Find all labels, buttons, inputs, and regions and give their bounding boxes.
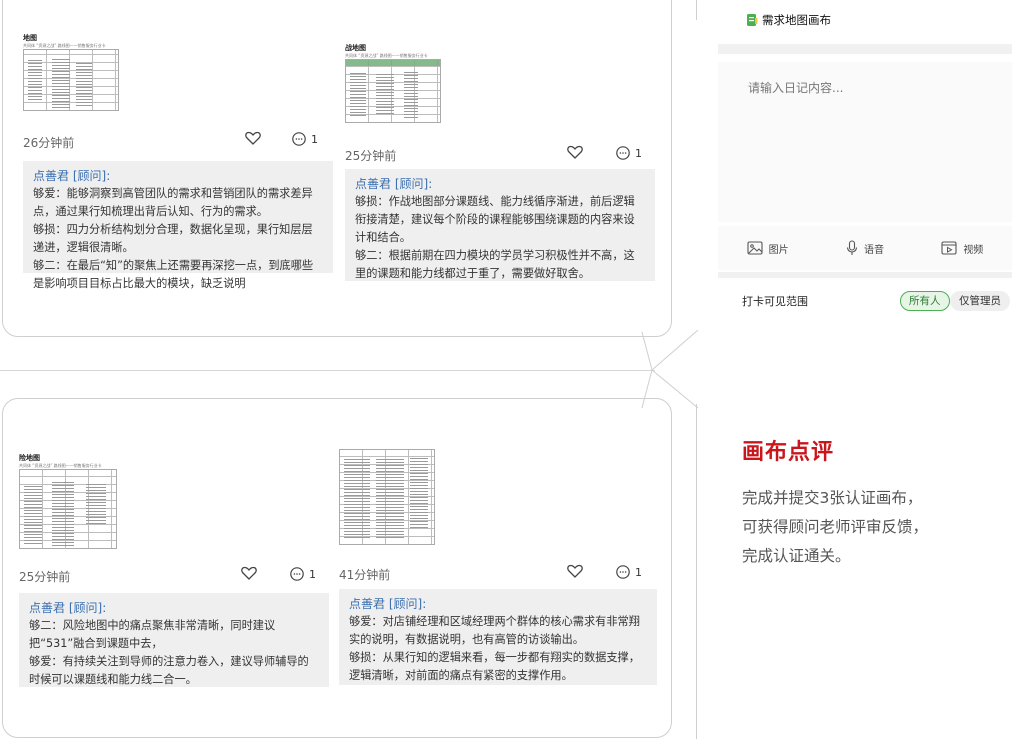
reviewer-name[interactable]: 点善君 (29, 601, 65, 615)
thumbnail-title: 险地图 (19, 454, 40, 462)
comment-icon (290, 567, 304, 581)
visibility-admin-option[interactable]: 仅管理员 (950, 291, 1010, 311)
review-box: 点善君 [顾问]: 够二：风险地图中的痛点聚焦非常清晰，同时建议把“531”融合… (19, 593, 329, 687)
media-label: 语音 (863, 244, 884, 256)
feed-panel-bottom: 险地图 共同体 “资源之战” 路线图——销售服务行业卡 25分钟前 1 点善君 … (2, 398, 672, 738)
post-time: 41分钟前 (339, 568, 391, 582)
reviewer-line: 点善君 [顾问]: (33, 167, 323, 185)
comment-button[interactable]: 1 (291, 131, 318, 147)
comment-icon (616, 146, 630, 160)
comment-icon (616, 565, 630, 579)
post-time: 25分钟前 (345, 149, 397, 163)
divider-bar (718, 272, 1012, 278)
review-line: 够二：风险地图中的痛点聚焦非常清晰，同时建议把“531”融合到课题中去， (29, 619, 276, 650)
reviewer-name[interactable]: 点善君 (349, 597, 385, 611)
media-label: 视频 (963, 244, 984, 256)
comment-button[interactable]: 1 (289, 566, 316, 582)
description-line: 完成认证通关。 (742, 547, 851, 565)
reviewer-colon: : (106, 169, 111, 183)
frame-edge (696, 404, 697, 739)
visibility-label: 打卡可见范围 (742, 295, 808, 308)
reviewer-tag: [顾问] (72, 169, 107, 183)
video-icon (941, 241, 957, 255)
comment-count: 1 (311, 132, 318, 146)
visibility-all-option[interactable]: 所有人 (900, 291, 950, 311)
heart-icon (567, 564, 583, 578)
frame-edge (696, 0, 697, 20)
like-button[interactable] (241, 566, 257, 580)
microphone-icon (846, 240, 858, 255)
checkin-app-panel: 需求地图画布 请输入日记内容... 图片 语音 视频 打卡可见范围 所有人 仅管… (718, 0, 1012, 322)
comment-button[interactable]: 1 (615, 564, 642, 580)
diary-input[interactable]: 请输入日记内容... (718, 62, 1012, 222)
section-description: 完成并提交3张认证画布， 可获得顾问老师评审反馈， 完成认证通关。 (742, 484, 992, 571)
canvas-thumbnail[interactable] (339, 449, 435, 545)
comment-count: 1 (309, 567, 316, 581)
review-box: 点善君 [顾问]: 够爱：能够洞察到高管团队的需求和营销团队的需求差异点，通过果… (23, 161, 333, 290)
add-video-button[interactable]: 视频 (941, 240, 983, 256)
image-icon (747, 241, 763, 255)
description-line: 可获得顾问老师评审反馈， (742, 518, 929, 536)
heart-icon (241, 566, 257, 580)
like-button[interactable] (567, 564, 583, 578)
post-time: 25分钟前 (19, 570, 71, 584)
reviewer-colon: : (422, 597, 427, 611)
like-button[interactable] (245, 131, 261, 145)
reviewer-tag: [顾问] (68, 601, 103, 615)
app-header: 需求地图画布 (746, 12, 831, 28)
thumbnail-title: 地图 (23, 34, 37, 42)
canvas-thumbnail[interactable]: 战地图 共同体 “资源之战” 路线图——销售服务行业卡 (345, 43, 441, 123)
heart-icon (567, 145, 583, 159)
heart-icon (245, 131, 261, 145)
review-line: 够损：作战地图部分课题线、能力线循序渐进，前后逻辑衔接清楚，建议每个阶段的课程能… (355, 195, 635, 244)
reviewer-colon: : (428, 177, 433, 191)
review-line: 够损：从果行知的逻辑来看，每一步都有翔实的数据支撑，逻辑清晰，对前面的痛点有紧密… (349, 651, 640, 682)
comment-button[interactable]: 1 (615, 145, 642, 161)
media-label: 图片 (768, 244, 789, 256)
add-voice-button[interactable]: 语音 (846, 240, 884, 256)
canvas-thumbnail[interactable]: 地图 共同体 “资源之战” 路线图——销售服务行业卡 (23, 33, 119, 111)
reviewer-name[interactable]: 点善君 (355, 177, 391, 191)
section-heading: 画布点评 (742, 440, 835, 465)
canvas-thumbnail[interactable]: 险地图 共同体 “资源之战” 路线图——销售服务行业卡 (19, 453, 117, 549)
visibility-row: 打卡可见范围 所有人 仅管理员 (718, 283, 1012, 319)
review-line: 够爱：对店铺经理和区域经理两个群体的核心需求有非常翔实的说明，有数据说明，也有高… (349, 615, 640, 646)
reviewer-line: 点善君 [顾问]: (29, 599, 319, 617)
review-line: 够爱：能够洞察到高管团队的需求和营销团队的需求差异点，通过果行知梳理出背后认知、… (33, 187, 313, 218)
section-divider (0, 370, 655, 371)
divider-bar (718, 44, 1012, 54)
review-line: 够损：四力分析结构划分合理，数据化呈现，果行知层层递进，逻辑很清晰。 (33, 223, 313, 254)
comment-count: 1 (635, 146, 642, 160)
feed-panel-top: 地图 共同体 “资源之战” 路线图——销售服务行业卡 26分钟前 1 点善君 [… (2, 0, 672, 337)
review-line: 够二：在最后“知”的聚焦上还需要再深挖一点，到底哪些是影响项目目标占比最大的模块… (33, 259, 314, 290)
reviewer-tag: [顾问] (388, 597, 423, 611)
reviewer-line: 点善君 [顾问]: (349, 595, 647, 613)
review-line: 够二：根据前期在四力模块的学员学习积极性并不高，这里的课题和能力线都过于重了，需… (355, 249, 635, 280)
diary-placeholder: 请输入日记内容... (748, 81, 844, 95)
add-image-button[interactable]: 图片 (747, 241, 789, 256)
post-time: 26分钟前 (23, 136, 75, 150)
comment-count: 1 (635, 565, 642, 579)
reviewer-name[interactable]: 点善君 (33, 169, 69, 183)
reviewer-tag: [顾问] (394, 177, 429, 191)
comment-icon (292, 132, 306, 146)
screenshot-canvas: 地图 共同体 “资源之战” 路线图——销售服务行业卡 26分钟前 1 点善君 [… (0, 0, 1012, 739)
review-line: 够爱：有持续关注到导师的注意力卷入，建议导师辅导的时候可以课题线和能力线二合一。 (29, 655, 309, 686)
like-button[interactable] (567, 145, 583, 159)
review-box: 点善君 [顾问]: 够损：作战地图部分课题线、能力线循序渐进，前后逻辑衔接清楚，… (345, 169, 655, 281)
callout-connector (641, 330, 699, 409)
description-line: 完成并提交3张认证画布， (742, 489, 923, 507)
reviewer-line: 点善君 [顾问]: (355, 175, 645, 193)
notebook-icon (747, 14, 758, 26)
review-box: 点善君 [顾问]: 够爱：对店铺经理和区域经理两个群体的核心需求有非常翔实的说明… (339, 589, 657, 685)
app-title: 需求地图画布 (762, 13, 831, 27)
media-toolbar: 图片 语音 视频 (718, 226, 1012, 270)
reviewer-colon: : (102, 601, 107, 615)
thumbnail-title: 战地图 (345, 44, 366, 52)
